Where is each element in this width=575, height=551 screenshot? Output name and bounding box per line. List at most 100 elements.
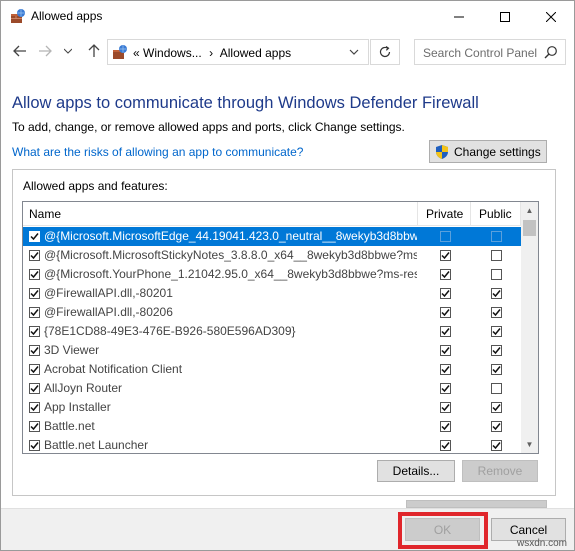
enable-checkbox[interactable]: [29, 307, 40, 318]
enable-checkbox[interactable]: [29, 383, 40, 394]
page-title: Allow apps to communicate through Window…: [12, 94, 479, 112]
list-item[interactable]: @{Microsoft.MicrosoftEdge_44.19041.423.0…: [23, 227, 521, 246]
change-settings-button[interactable]: Change settings: [429, 140, 547, 163]
private-checkbox[interactable]: [440, 288, 451, 299]
arrow-up-icon: [88, 44, 100, 57]
app-name: AllJoyn Router: [44, 381, 123, 395]
enable-checkbox[interactable]: [29, 288, 40, 299]
public-checkbox[interactable]: [491, 364, 502, 375]
close-button[interactable]: [528, 1, 574, 32]
public-checkbox[interactable]: [491, 288, 502, 299]
public-checkbox[interactable]: [491, 326, 502, 337]
public-checkbox[interactable]: [491, 307, 502, 318]
forward-button[interactable]: [35, 41, 55, 61]
list-item[interactable]: @{Microsoft.MicrosoftStickyNotes_3.8.8.0…: [23, 246, 521, 265]
navigation-bar: « Windows... › Allowed apps Search Contr…: [1, 34, 574, 68]
list-header: Name Private Public: [23, 202, 521, 226]
private-checkbox[interactable]: [440, 402, 451, 413]
private-checkbox[interactable]: [440, 440, 451, 451]
list-item[interactable]: @FirewallAPI.dll,-80201: [23, 284, 521, 303]
risks-link[interactable]: What are the risks of allowing an app to…: [12, 145, 303, 159]
list-item[interactable]: @{Microsoft.YourPhone_1.21042.95.0_x64__…: [23, 265, 521, 284]
public-checkbox[interactable]: [491, 440, 502, 451]
chevron-down-icon: [64, 48, 72, 54]
enable-checkbox[interactable]: [29, 440, 40, 451]
list-item[interactable]: AllJoyn Router: [23, 379, 521, 398]
public-checkbox[interactable]: [491, 250, 502, 261]
enable-checkbox[interactable]: [29, 421, 40, 432]
public-checkbox[interactable]: [491, 421, 502, 432]
app-name: @FirewallAPI.dll,-80201: [44, 286, 173, 300]
public-checkbox[interactable]: [491, 402, 502, 413]
private-checkbox[interactable]: [440, 364, 451, 375]
enable-checkbox[interactable]: [29, 250, 40, 261]
list-item[interactable]: 3D Viewer: [23, 341, 521, 360]
column-header-private[interactable]: Private: [426, 207, 463, 221]
search-input[interactable]: Search Control Panel: [414, 39, 566, 65]
public-checkbox[interactable]: [491, 269, 502, 280]
allow-another-app-button[interactable]: [406, 500, 547, 508]
vertical-scrollbar[interactable]: ▲ ▼: [521, 202, 538, 453]
list-item[interactable]: Battle.net Launcher: [23, 436, 521, 453]
private-checkbox[interactable]: [440, 307, 451, 318]
list-item[interactable]: {78E1CD88-49E3-476E-B926-580E596AD309}: [23, 322, 521, 341]
private-checkbox[interactable]: [440, 269, 451, 280]
back-button[interactable]: [10, 41, 30, 61]
remove-button[interactable]: Remove: [462, 460, 538, 482]
refresh-icon: [379, 46, 391, 58]
refresh-button[interactable]: [370, 39, 400, 65]
change-settings-label: Change settings: [454, 144, 541, 159]
breadcrumb-separator[interactable]: ›: [209, 46, 213, 60]
scroll-up-icon[interactable]: ▲: [521, 202, 538, 219]
up-button[interactable]: [84, 41, 104, 61]
private-checkbox[interactable]: [440, 326, 451, 337]
private-checkbox[interactable]: [440, 421, 451, 432]
enable-checkbox[interactable]: [29, 364, 40, 375]
column-header-public[interactable]: Public: [479, 207, 512, 221]
watermark: wsxdn.com: [517, 538, 568, 549]
enable-checkbox[interactable]: [29, 326, 40, 337]
uac-shield-icon: [434, 144, 450, 160]
control-panel-icon: [112, 44, 128, 60]
public-checkbox[interactable]: [491, 231, 502, 242]
column-divider[interactable]: [417, 202, 418, 226]
enable-checkbox[interactable]: [29, 345, 40, 356]
minimize-icon: [454, 16, 464, 17]
app-name: @{Microsoft.MicrosoftEdge_44.19041.423.0…: [44, 229, 417, 243]
maximize-button[interactable]: [482, 1, 528, 32]
app-name: 3D Viewer: [44, 343, 100, 357]
app-name: Acrobat Notification Client: [44, 362, 183, 376]
title-bar[interactable]: Allowed apps: [1, 1, 574, 32]
arrow-left-icon: [13, 45, 26, 57]
public-checkbox[interactable]: [491, 383, 502, 394]
minimize-button[interactable]: [436, 1, 482, 32]
column-divider[interactable]: [470, 202, 471, 226]
allowed-apps-list[interactable]: Name Private Public @{Microsoft.Microsof…: [22, 201, 539, 454]
public-checkbox[interactable]: [491, 345, 502, 356]
list-item[interactable]: Acrobat Notification Client: [23, 360, 521, 379]
column-header-name[interactable]: Name: [29, 207, 61, 221]
enable-checkbox[interactable]: [29, 269, 40, 280]
breadcrumb-overflow[interactable]: «: [133, 46, 140, 60]
private-checkbox[interactable]: [440, 250, 451, 261]
scroll-thumb[interactable]: [523, 220, 536, 236]
search-placeholder: Search Control Panel: [423, 46, 538, 60]
list-item[interactable]: Battle.net: [23, 417, 521, 436]
instructions-text: To add, change, or remove allowed apps a…: [12, 120, 405, 134]
enable-checkbox[interactable]: [29, 231, 40, 242]
private-checkbox[interactable]: [440, 383, 451, 394]
allowed-apps-window: Allowed apps « Windows... › Allowed apps…: [0, 0, 575, 551]
recent-locations-button[interactable]: [61, 41, 75, 61]
address-bar[interactable]: « Windows... › Allowed apps: [107, 39, 369, 65]
enable-checkbox[interactable]: [29, 402, 40, 413]
list-item[interactable]: @FirewallAPI.dll,-80206: [23, 303, 521, 322]
details-button[interactable]: Details...: [377, 460, 455, 482]
address-dropdown-icon[interactable]: [347, 45, 361, 59]
breadcrumb-current[interactable]: Allowed apps: [220, 46, 291, 60]
private-checkbox[interactable]: [440, 345, 451, 356]
scroll-down-icon[interactable]: ▼: [521, 436, 538, 453]
search-icon: [544, 45, 558, 59]
private-checkbox[interactable]: [440, 231, 451, 242]
breadcrumb-parent[interactable]: Windows...: [143, 46, 202, 60]
list-item[interactable]: App Installer: [23, 398, 521, 417]
